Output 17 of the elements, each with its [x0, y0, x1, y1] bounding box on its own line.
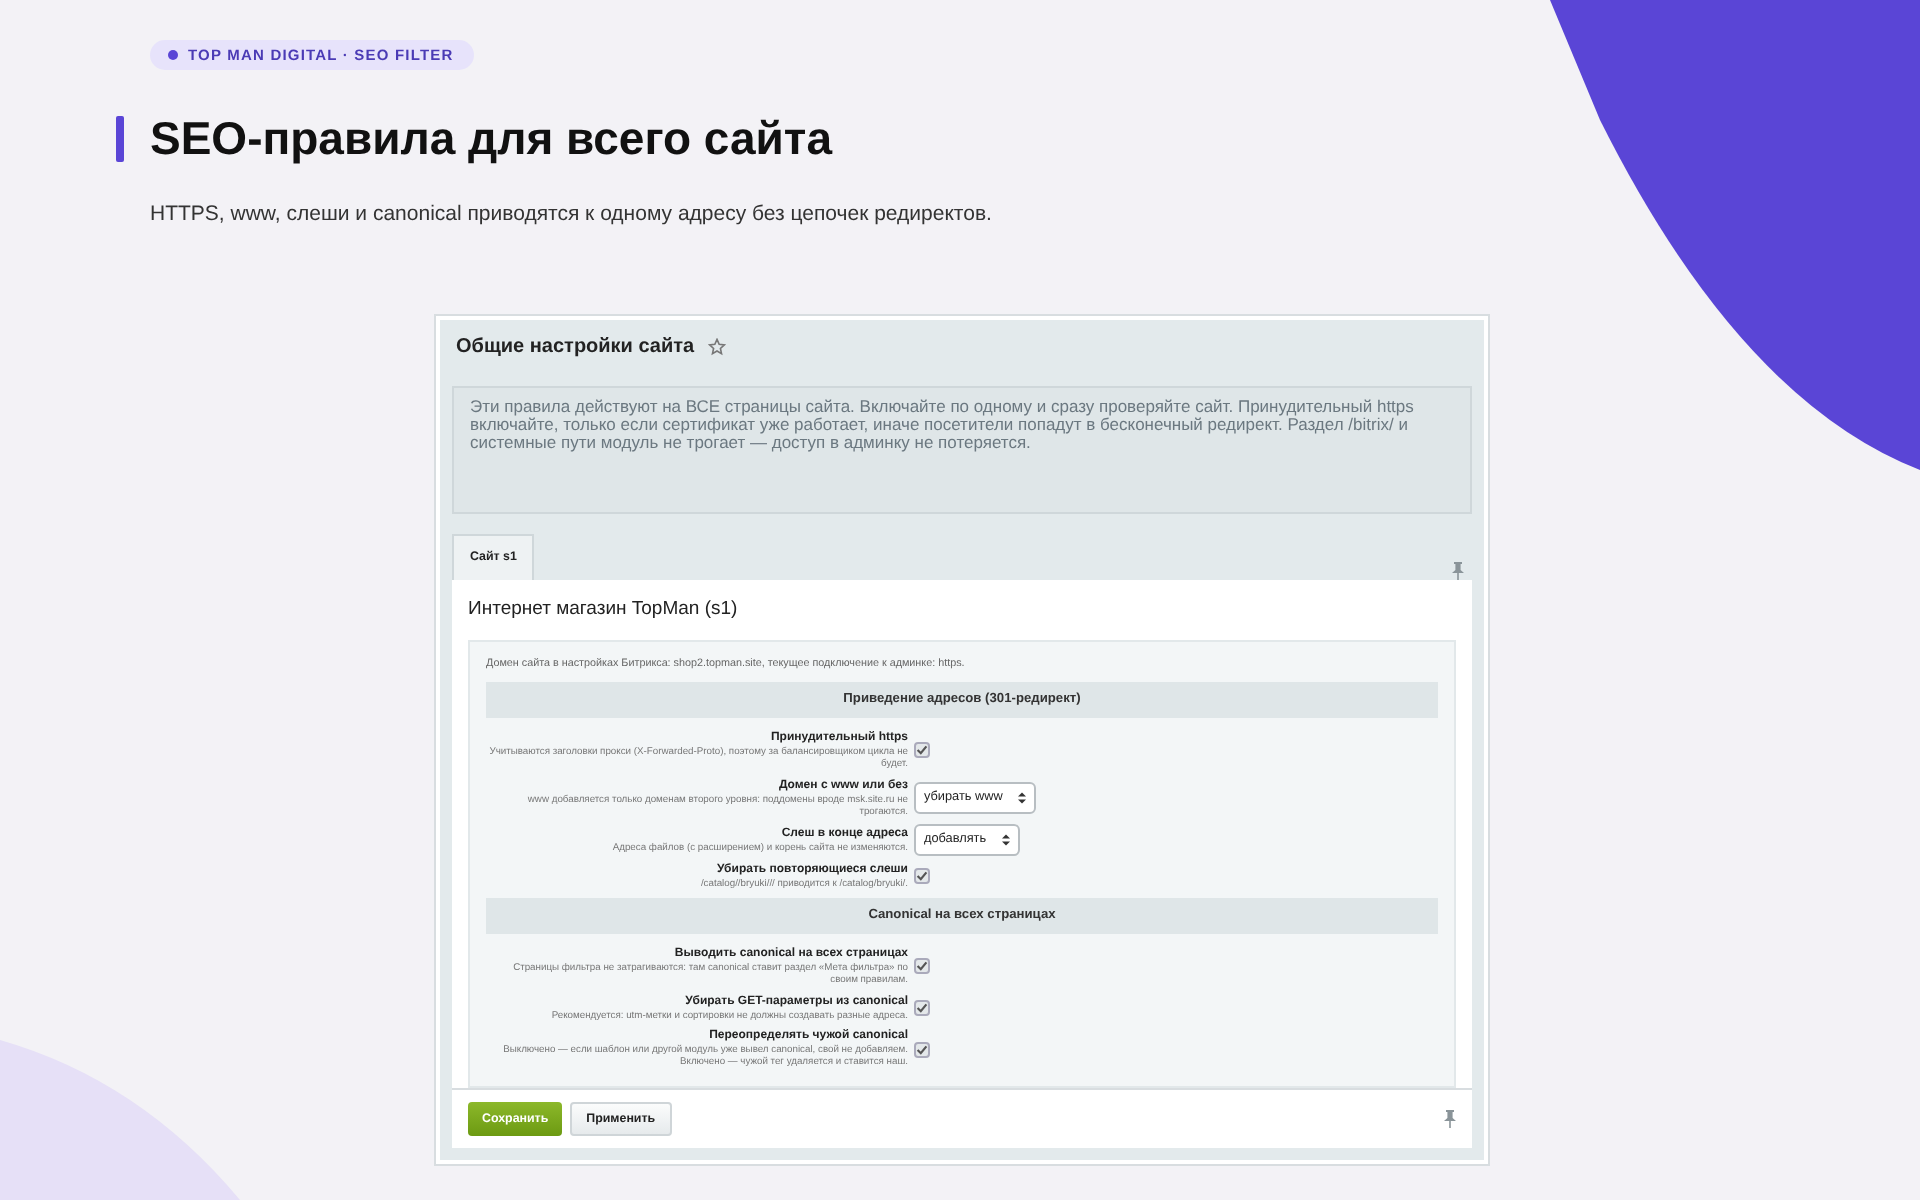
notice-text: Эти правила действуют на ВСЕ страницы сайта. Включайте по одному и сразу проверяйте сайт. Принудительный https включайте, только если сертификат уже работает, иначе посетители попадут в бесконечный редирект. Раздел /bitrix/ и системные пути модуль не трогает — доступ в админку не потеряется.: [452, 386, 1472, 515]
site-title: Интернет магазин TopMan (s1): [468, 595, 740, 624]
admin-title: Общие настройки сайта: [456, 334, 695, 363]
page-heading: SEO-правила для всего сайта: [150, 112, 832, 168]
checkbox[interactable]: [914, 958, 930, 975]
checkbox[interactable]: [914, 742, 930, 759]
accent-bar: [116, 116, 124, 163]
updown-icon: [1018, 792, 1027, 804]
dot-icon: [168, 50, 178, 60]
star-icon[interactable]: [708, 338, 727, 357]
checkbox[interactable]: [914, 999, 930, 1016]
pin-icon[interactable]: [1444, 1110, 1456, 1129]
page-subtitle: HTTPS, www, слеши и canonical приводятся к одному адресу без цепочек редиректов.: [150, 199, 994, 230]
pin-icon[interactable]: [1452, 561, 1464, 580]
updown-icon: [1002, 834, 1011, 847]
checkbox[interactable]: [914, 1041, 930, 1058]
checkbox[interactable]: [914, 868, 930, 885]
